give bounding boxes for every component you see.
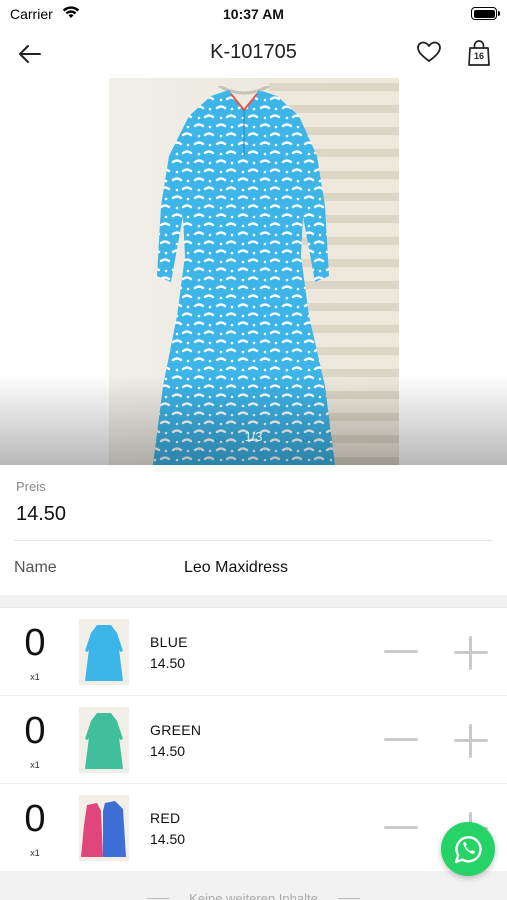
price-label: Preis (16, 479, 46, 494)
variant-price: 14.50 (150, 831, 186, 847)
status-bar: Carrier 10:37 AM (0, 0, 507, 28)
list-footer: Keine weiteren Inhalte (0, 871, 507, 900)
quantity-value: 0 (24, 710, 46, 752)
variant-thumbnail[interactable] (79, 795, 129, 861)
price-section: Preis 14.50 (0, 465, 507, 541)
section-gap (0, 595, 507, 607)
quantity-value: 0 (24, 798, 46, 840)
image-counter: 1/3 (244, 429, 263, 444)
decrease-quantity-button[interactable] (382, 817, 420, 839)
nav-bar: K-101705 16 (0, 28, 507, 78)
price-value: 14.50 (16, 503, 67, 525)
variant-color: RED (150, 810, 181, 826)
name-label: Name (14, 559, 57, 576)
quantity-unit: x1 (30, 760, 40, 770)
variant-color: BLUE (150, 634, 188, 650)
battery-icon (471, 7, 500, 20)
increase-quantity-button[interactable] (454, 724, 488, 758)
quantity-unit: x1 (30, 672, 40, 682)
quantity-value: 0 (24, 622, 46, 664)
shopping-bag-icon[interactable]: 16 (466, 39, 492, 67)
footer-line (338, 898, 360, 899)
whatsapp-icon (454, 836, 482, 864)
favorite-heart-icon[interactable] (416, 39, 442, 65)
cart-count-badge: 16 (473, 51, 484, 61)
increase-quantity-button[interactable] (454, 636, 488, 670)
decrease-quantity-button[interactable] (382, 729, 420, 751)
clock: 10:37 AM (223, 6, 284, 22)
variant-thumbnail[interactable] (79, 707, 129, 773)
variant-row-green: 0 x1 GREEN 14.50 (0, 695, 507, 783)
quantity-unit: x1 (30, 848, 40, 858)
variant-price: 14.50 (150, 655, 186, 671)
variant-price: 14.50 (150, 743, 186, 759)
variant-row-blue: 0 x1 BLUE 14.50 (0, 607, 507, 695)
product-image-gallery[interactable]: 1/3 (0, 78, 507, 465)
variant-color: GREEN (150, 722, 202, 738)
name-row: Name Leo Maxidress (0, 541, 507, 595)
variant-thumbnail[interactable] (79, 619, 129, 685)
whatsapp-button[interactable] (441, 822, 495, 876)
footer-text: Keine weiteren Inhalte (189, 891, 318, 900)
product-name: Leo Maxidress (184, 559, 289, 576)
decrease-quantity-button[interactable] (382, 641, 420, 663)
image-shade (0, 375, 507, 465)
variant-row-red: 0 x1 RED 14.50 (0, 783, 507, 871)
